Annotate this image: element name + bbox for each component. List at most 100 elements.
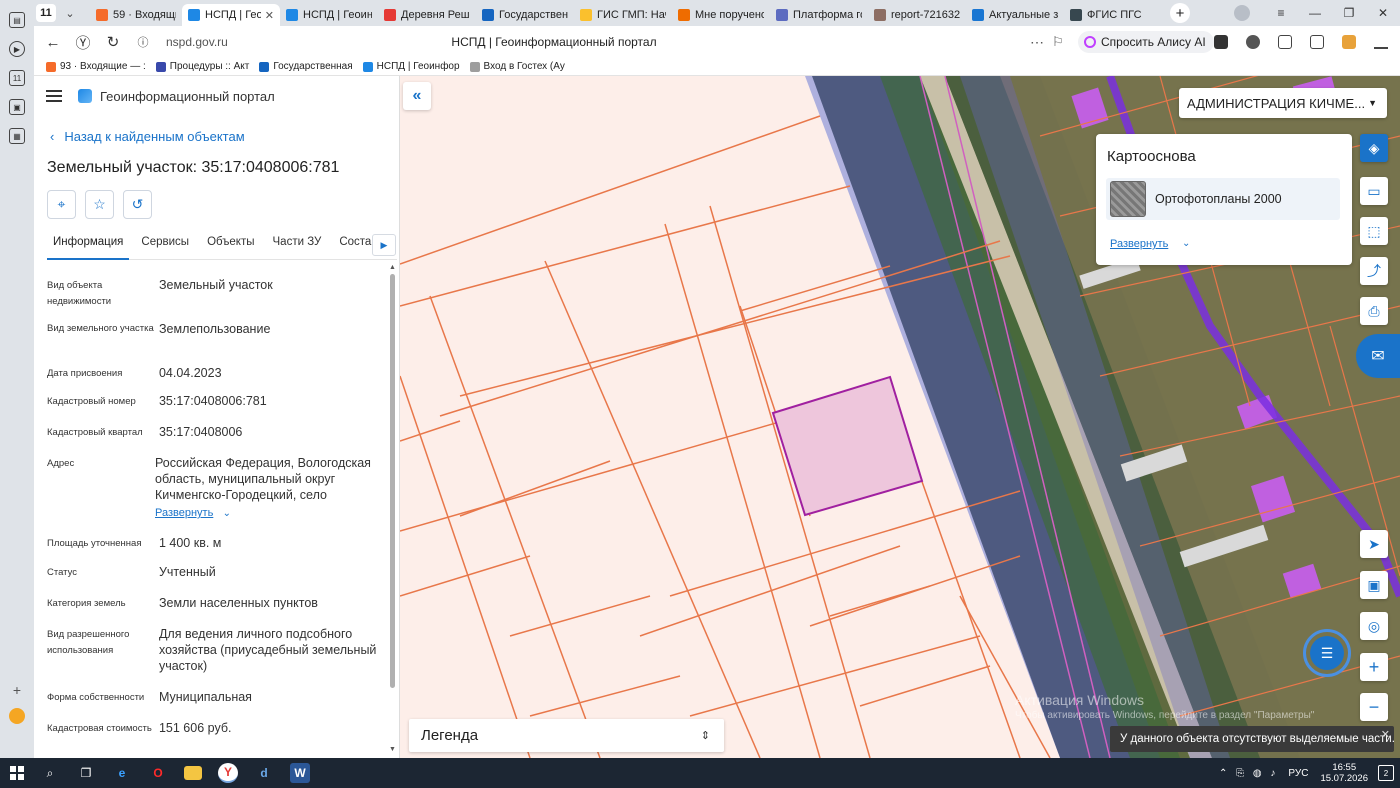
browser-tab[interactable]: Мне поручено	[672, 4, 770, 26]
property-row: Адрес Российская Федерация, Вологодская …	[47, 450, 377, 530]
task-view-icon[interactable]: ❐	[76, 763, 96, 783]
extension-puzzle-icon[interactable]	[1278, 35, 1292, 49]
media-play-icon[interactable]: ▶	[9, 41, 25, 57]
property-value: Муниципальная	[158, 690, 252, 704]
history-button[interactable]: ↺	[123, 190, 152, 219]
bookmarks-panel-icon[interactable]: ▤	[9, 12, 25, 28]
browser-tab[interactable]: Актуальные за	[966, 4, 1064, 26]
zoom-out-button[interactable]: −	[1360, 693, 1388, 721]
search-icon[interactable]: ⌕	[40, 763, 60, 783]
bookmark-item[interactable]: Процедуры :: Акт	[155, 61, 249, 72]
tab-title: 59 · Входящие	[113, 9, 176, 21]
word-icon[interactable]: W	[290, 763, 310, 783]
mail-app-icon[interactable]	[9, 708, 25, 724]
app-icon[interactable]: d	[254, 763, 274, 783]
layers-tool-button[interactable]: ◈	[1360, 134, 1388, 162]
windows-start-icon[interactable]	[10, 766, 24, 780]
internet-explorer-icon[interactable]: e	[112, 763, 132, 783]
location-search-button[interactable]: ◎	[1360, 612, 1388, 640]
legend-toggle-bar[interactable]: Легенда ⇕	[409, 719, 724, 752]
browser-tab[interactable]: ГИС ГМП: Нач	[574, 4, 672, 26]
bookmark-item[interactable]: Государственная	[259, 61, 353, 72]
tabs-scroll-right-button[interactable]: ▶	[372, 234, 396, 256]
browser-menu-icon[interactable]: ≡	[1264, 6, 1298, 20]
location-pin-icon: ◎	[1367, 617, 1381, 634]
basemap-expand-link[interactable]: Развернуть	[1110, 238, 1168, 250]
zoom-in-button[interactable]: +	[1360, 653, 1388, 681]
add-panel-plus-icon[interactable]: +	[13, 682, 21, 698]
close-tab-icon[interactable]: ✕	[265, 9, 274, 22]
tray-icons[interactable]: ⌃ ⎘ ◍ ♪	[1219, 768, 1278, 779]
tabs-count-icon[interactable]: 11	[9, 70, 25, 86]
share-tool-button[interactable]: ⤴	[1360, 257, 1388, 285]
hamburger-menu-icon[interactable]	[46, 90, 62, 102]
measure-tool-button[interactable]: ▭	[1360, 177, 1388, 205]
download-icon[interactable]	[1374, 35, 1388, 49]
tab-parcel-parts[interactable]: Части ЗУ	[267, 232, 328, 260]
back-to-results-link[interactable]: ‹ Назад к найденным объектам	[50, 129, 245, 144]
chat-assistant-button[interactable]: ☰	[1303, 629, 1351, 677]
clock[interactable]: 16:55 15.07.2026	[1320, 762, 1368, 784]
extension-cert-icon[interactable]	[1342, 35, 1356, 49]
browser-tab[interactable]: Платформа гос	[770, 4, 868, 26]
collapse-panel-button[interactable]: «	[403, 82, 431, 110]
browser-tab[interactable]: Государственн	[476, 4, 574, 26]
browser-tab[interactable]: 59 · Входящие	[90, 4, 182, 26]
notifications-icon[interactable]: 2	[1378, 765, 1394, 781]
show-on-map-button[interactable]: ⌖	[47, 190, 76, 219]
browser-tab[interactable]: ФГИС ПГС	[1064, 4, 1162, 26]
browser-tab[interactable]: report-721632	[868, 4, 966, 26]
extension-tool-icon[interactable]	[1214, 35, 1228, 49]
browser-tab[interactable]: Деревня Реше	[378, 4, 476, 26]
file-explorer-icon[interactable]	[184, 766, 202, 780]
property-row: Категория земель Земли населенных пункто…	[47, 590, 377, 621]
bookmark-item[interactable]: Вход в Гостех (Ау	[469, 61, 565, 72]
tab-information[interactable]: Информация	[47, 232, 130, 260]
bookmark-item[interactable]: 93 · Входящие — :	[46, 61, 146, 72]
minimap-button[interactable]: ▣	[1360, 571, 1388, 599]
browser-tab-active[interactable]: НСПД | Геои ✕	[182, 4, 280, 26]
opera-icon[interactable]: O	[148, 763, 168, 783]
restore-icon[interactable]: ❐	[1332, 6, 1366, 20]
close-icon[interactable]: ✕	[1381, 728, 1390, 741]
scroll-up-arrow-icon[interactable]: ▲	[389, 264, 396, 271]
yandex-browser-icon[interactable]: Y	[218, 763, 238, 783]
alice-ai-button[interactable]: Спросить Алису AI	[1078, 31, 1214, 53]
basemap-option-orthophoto[interactable]: Ортофотопланы 2000	[1106, 178, 1340, 220]
report-favicon-icon	[874, 9, 886, 21]
history-icon: ↺	[131, 196, 144, 212]
address-expand[interactable]: Развернуть ⌄	[155, 505, 377, 519]
new-tab-plus-icon[interactable]: +	[1170, 3, 1190, 23]
extension-hat-icon[interactable]	[1246, 35, 1260, 49]
organization-select[interactable]: АДМИНИСТРАЦИЯ КИЧМЕ... ▼	[1179, 88, 1387, 118]
tab-list-chevron-icon[interactable]: ⌄	[60, 4, 80, 22]
print-tool-button[interactable]: ⎙	[1360, 297, 1388, 325]
gallery-icon[interactable]: ▣	[9, 99, 25, 115]
select-area-tool-button[interactable]: ⬚	[1360, 217, 1388, 245]
apps-grid-icon[interactable]: ▦	[9, 128, 25, 144]
tab-title: Актуальные за	[989, 9, 1058, 21]
favorite-button[interactable]: ☆	[85, 190, 114, 219]
bookmark-icon[interactable]: ⚐	[1052, 34, 1064, 50]
extension-share-icon[interactable]	[1310, 35, 1324, 49]
close-window-icon[interactable]: ✕	[1366, 6, 1400, 20]
scroll-down-arrow-icon[interactable]: ▼	[389, 746, 396, 753]
geolocation-button[interactable]: ➤	[1360, 530, 1388, 558]
property-label: Вид разрешенного использования	[47, 629, 130, 656]
tab-counter-badge[interactable]: 11	[36, 4, 56, 22]
more-dots-icon[interactable]: ⋯	[1030, 34, 1044, 51]
tab-objects[interactable]: Объекты	[201, 232, 260, 260]
action-buttons: ⌖ ☆ ↺	[47, 190, 161, 219]
keyboard-language[interactable]: РУС	[1288, 768, 1308, 779]
browser-tab[interactable]: НСПД | Геоин	[280, 4, 378, 26]
bookmark-item[interactable]: НСПД | Геоинфор	[362, 61, 460, 72]
select-area-icon: ⬚	[1367, 222, 1381, 239]
profile-avatar[interactable]	[1234, 5, 1250, 21]
minimize-icon[interactable]: —	[1298, 6, 1332, 20]
tab-services[interactable]: Сервисы	[135, 232, 195, 260]
tab-title: НСПД | Геои	[205, 9, 261, 21]
expand-address-link[interactable]: Развернуть	[155, 507, 213, 519]
panel-scrollbar[interactable]	[390, 274, 395, 688]
property-row: Кадастровый номер 35:17:0408006:781	[47, 388, 377, 419]
feedback-button[interactable]: ✉	[1356, 334, 1400, 378]
